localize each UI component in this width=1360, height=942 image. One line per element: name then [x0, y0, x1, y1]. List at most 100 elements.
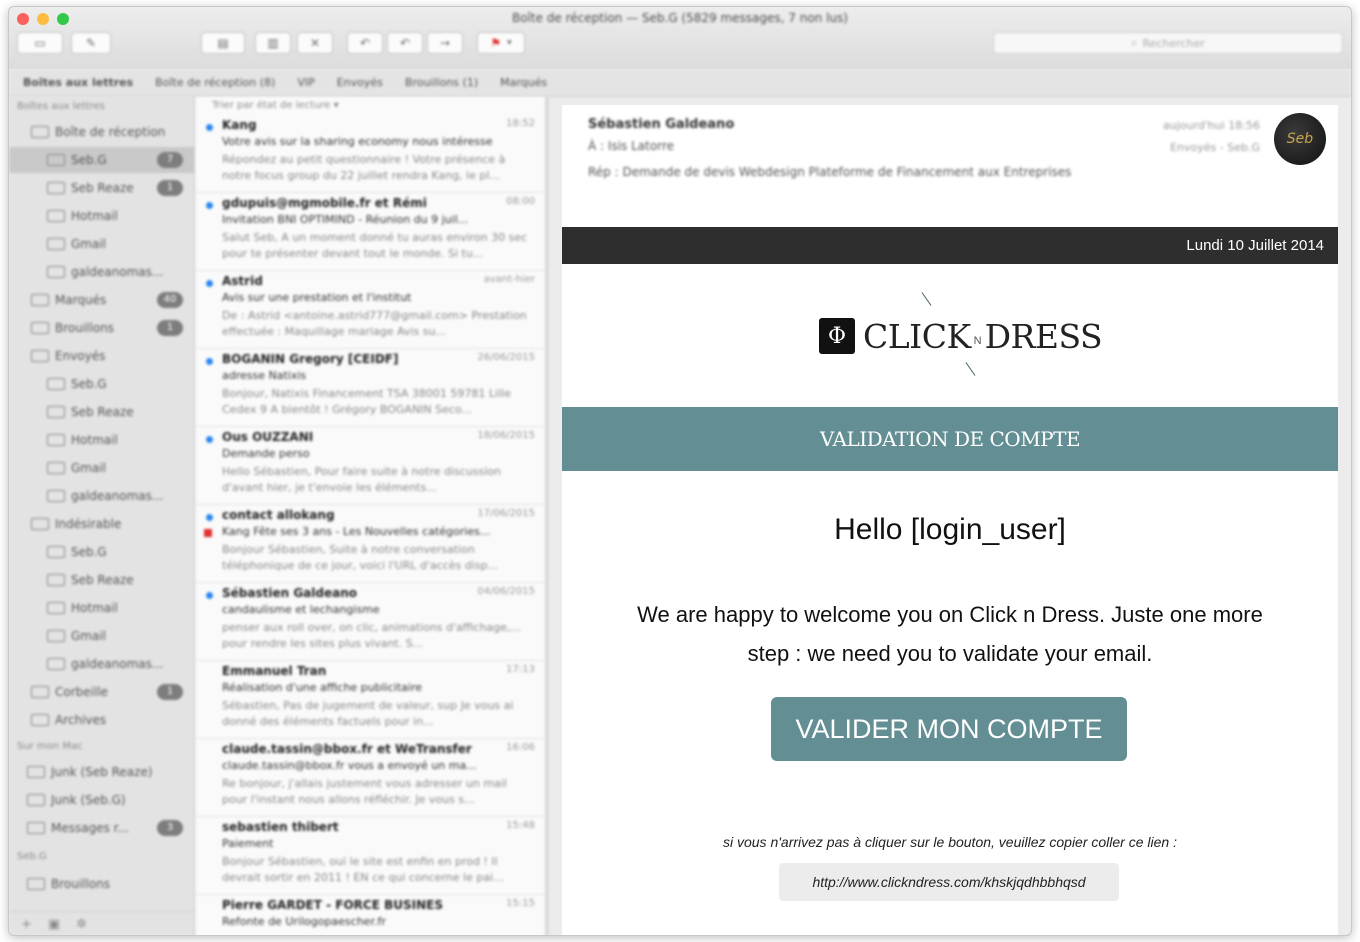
sidebar-item-inbox[interactable]: Boîte de réception: [9, 119, 195, 145]
sidebar-item-sent[interactable]: Envoyés: [9, 343, 195, 369]
archive-button[interactable]: ▤: [201, 32, 245, 54]
sidebar-item-label: Hotmail: [71, 209, 118, 223]
recipient-label: À :: [588, 139, 605, 153]
junk-icon: [47, 574, 65, 586]
sidebar-item-drafts[interactable]: Brouillons 1: [9, 315, 195, 341]
list-item[interactable]: Emmanuel Tran 17:13 Réalisation d'une af…: [196, 661, 545, 739]
reply-icon: ↶: [359, 36, 371, 50]
sidebar-item-junk-sebreaze[interactable]: Seb Reaze: [9, 567, 195, 593]
sidebar-item-junk-gmail[interactable]: Gmail: [9, 623, 195, 649]
logo-accent-line: [921, 292, 932, 306]
list-item[interactable]: Sébastien Galdeano 04/06/2015 candaulism…: [196, 583, 545, 661]
unread-badge: 7: [157, 152, 183, 168]
archive-icon: ▤: [217, 36, 229, 50]
list-item[interactable]: Ous OUZZANI 18/06/2015 Demande perso Hel…: [196, 427, 545, 505]
message-sender: BOGANIN Gregory [CEIDF]: [222, 352, 399, 366]
brand-logo-area: Φ CLICK N DRESS: [562, 265, 1338, 407]
forward-button[interactable]: →: [427, 32, 463, 54]
message-sender: sebastien thibert: [222, 820, 339, 834]
sidebar-item-junk[interactable]: Indésirable: [9, 511, 195, 537]
list-item[interactable]: contact allokang 17/06/2015 Kang Fête se…: [196, 505, 545, 583]
sidebar-item-label: Seb.G: [71, 153, 107, 167]
logo-n: N: [973, 335, 982, 347]
sidebar-item-label: Seb Reaze: [71, 573, 134, 587]
sidebar-item-junk-galdeano[interactable]: galdeanomas...: [9, 651, 195, 677]
header-sender[interactable]: Sébastien Galdeano: [588, 117, 734, 132]
mailbox-toggle-button[interactable]: ▭: [17, 32, 63, 54]
paper-plane-icon: [31, 350, 49, 362]
message-list: Trier par état de lecture ▾ Kang 18:52 V…: [196, 97, 549, 935]
message-preview: De : Astrid <antoine.astrid777@gmail.com…: [222, 309, 527, 338]
message-date: 15:48: [506, 820, 535, 831]
unread-badge: 1: [157, 320, 183, 336]
sidebar-item-sent-sebg[interactable]: Seb.G: [9, 371, 195, 397]
sidebar-item-junk-sebreaze-local[interactable]: Junk (Seb Reaze): [9, 759, 195, 785]
list-item[interactable]: gdupuis@mgmobile.fr et Rémi 08:00 Invita…: [196, 193, 545, 271]
message-sender: claude.tassin@bbox.fr et WeTransfer: [222, 742, 472, 756]
sidebar-item-flagged[interactable]: Marqués 40: [9, 287, 195, 313]
message-subject: Avis sur une prestation et l'institut: [222, 291, 412, 304]
favorite-sent[interactable]: Envoyés: [337, 76, 383, 89]
sidebar-item-archives[interactable]: Archives: [9, 707, 195, 733]
sidebar-item-inbox-hotmail[interactable]: Hotmail: [9, 203, 195, 229]
favorite-mailboxes[interactable]: Boîtes aux lettres: [23, 76, 133, 89]
compose-button[interactable]: ✎: [71, 32, 111, 54]
mailbox-activity-icon[interactable]: ▣: [48, 917, 60, 932]
reply-button[interactable]: ↶: [347, 32, 383, 54]
search-field[interactable]: ⌕ Rechercher: [993, 32, 1343, 54]
sidebar-item-junk-hotmail[interactable]: Hotmail: [9, 595, 195, 621]
search-placeholder: Rechercher: [1142, 36, 1205, 50]
sidebar-item-sent-gmail[interactable]: Gmail: [9, 455, 195, 481]
favorite-drafts[interactable]: Brouillons (1): [405, 76, 478, 89]
header-subject: Rép : Demande de devis Webdesign Platefo…: [588, 165, 1072, 179]
email-date-banner: Lundi 10 Juillet 2014: [562, 227, 1338, 264]
delete-button[interactable]: ▥: [255, 32, 291, 54]
sidebar-item-sent-galdeano[interactable]: galdeanomas...: [9, 483, 195, 509]
folder-icon: [27, 794, 45, 806]
sidebar-item-junk-sebg[interactable]: Seb.G: [9, 539, 195, 565]
favorite-inbox[interactable]: Boîte de réception (8): [155, 76, 275, 89]
message-subject: Votre avis sur la sharing economy nous i…: [222, 135, 493, 148]
message-date: 18/06/2015: [477, 430, 535, 441]
folder-icon: [27, 878, 45, 890]
sidebar-item-inbox-sebg[interactable]: Seb.G 7: [9, 147, 195, 173]
message-sender: Ous OUZZANI: [222, 430, 314, 444]
sidebar-item-inbox-gmail[interactable]: Gmail: [9, 231, 195, 257]
list-item[interactable]: sebastien thibert 15:48 Paiement Bonjour…: [196, 817, 545, 895]
add-mailbox-button[interactable]: +: [21, 917, 32, 932]
list-item[interactable]: BOGANIN Gregory [CEIDF] 26/06/2015 adres…: [196, 349, 545, 427]
junk-icon: [47, 658, 65, 670]
list-item[interactable]: Astrid avant-hier Avis sur une prestatio…: [196, 271, 545, 349]
reply-all-button[interactable]: ↶: [387, 32, 423, 54]
sidebar-item-sent-sebreaze[interactable]: Seb Reaze: [9, 399, 195, 425]
sidebar-item-label: Gmail: [71, 629, 107, 643]
chevron-down-icon: ▾: [333, 100, 339, 111]
recipient-name[interactable]: Isis Latorre: [608, 139, 674, 153]
flag-button[interactable]: ⚑ ▾: [477, 32, 525, 54]
sidebar-item-junk-sebg-local[interactable]: Junk (Seb.G): [9, 787, 195, 813]
message-subject: Refonte de Urilogopaescher.fr: [222, 915, 386, 928]
header-recipient: À : Isis Latorre: [588, 139, 674, 153]
sidebar-item-messages-local[interactable]: Messages r... 3: [9, 815, 195, 841]
junk-button[interactable]: ✕: [297, 32, 333, 54]
message-subject: candaulisme et lechangisme: [222, 603, 380, 616]
gear-icon[interactable]: ✲: [76, 917, 87, 932]
favorite-flagged[interactable]: Marqués: [500, 76, 547, 89]
list-item[interactable]: claude.tassin@bbox.fr et WeTransfer 16:0…: [196, 739, 545, 817]
sidebar-item-inbox-sebreaze[interactable]: Seb Reaze 1: [9, 175, 195, 201]
fallback-link[interactable]: http://www.clickndress.com/khskjqdhbbhqs…: [779, 863, 1119, 901]
inbox-icon: [47, 238, 65, 250]
sidebar-item-trash[interactable]: Corbeille 1: [9, 679, 195, 705]
favorite-vip[interactable]: VIP: [297, 76, 314, 89]
sidebar-item-sent-hotmail[interactable]: Hotmail: [9, 427, 195, 453]
validate-account-button[interactable]: VALIDER MON COMPTE: [771, 697, 1127, 761]
message-subject: claude.tassin@bbox.fr vous a envoyé un m…: [222, 759, 477, 772]
sidebar-item-sebg-drafts[interactable]: Brouillons: [9, 871, 195, 897]
forward-icon: →: [439, 36, 451, 50]
sort-control[interactable]: Trier par état de lecture ▾: [196, 97, 545, 115]
message-preview: Sébastien, Pas de jugement de valeur, su…: [222, 699, 514, 728]
list-item[interactable]: Pierre GARDET - FORCE BUSINES 15:15 Refo…: [196, 895, 545, 935]
sidebar-item-inbox-galdeano[interactable]: galdeanomas...: [9, 259, 195, 285]
list-item[interactable]: Kang 18:52 Votre avis sur la sharing eco…: [196, 115, 545, 193]
sidebar-item-label: Gmail: [71, 461, 107, 475]
